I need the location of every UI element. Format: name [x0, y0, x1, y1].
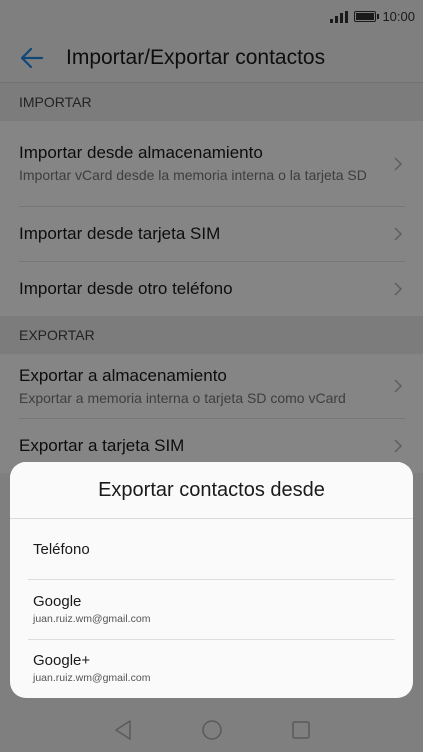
- option-google-plus[interactable]: Google+ juan.ruiz.wm@gmail.com: [10, 639, 413, 697]
- export-source-dialog: Exportar contactos desde Teléfono Google…: [10, 462, 413, 698]
- circle-home-icon[interactable]: [201, 719, 223, 741]
- option-phone[interactable]: Teléfono: [10, 519, 413, 579]
- dialog-title: Exportar contactos desde: [10, 462, 413, 519]
- square-recents-icon[interactable]: [291, 720, 311, 740]
- option-account-email: juan.ruiz.wm@gmail.com: [33, 613, 151, 625]
- option-title: Google: [33, 593, 82, 610]
- option-title: Google+: [33, 652, 91, 669]
- option-title: Teléfono: [33, 540, 90, 558]
- option-google[interactable]: Google juan.ruiz.wm@gmail.com: [10, 579, 413, 639]
- triangle-back-icon[interactable]: [113, 719, 133, 741]
- option-account-email: juan.ruiz.wm@gmail.com: [33, 672, 151, 684]
- navigation-bar: [0, 708, 423, 752]
